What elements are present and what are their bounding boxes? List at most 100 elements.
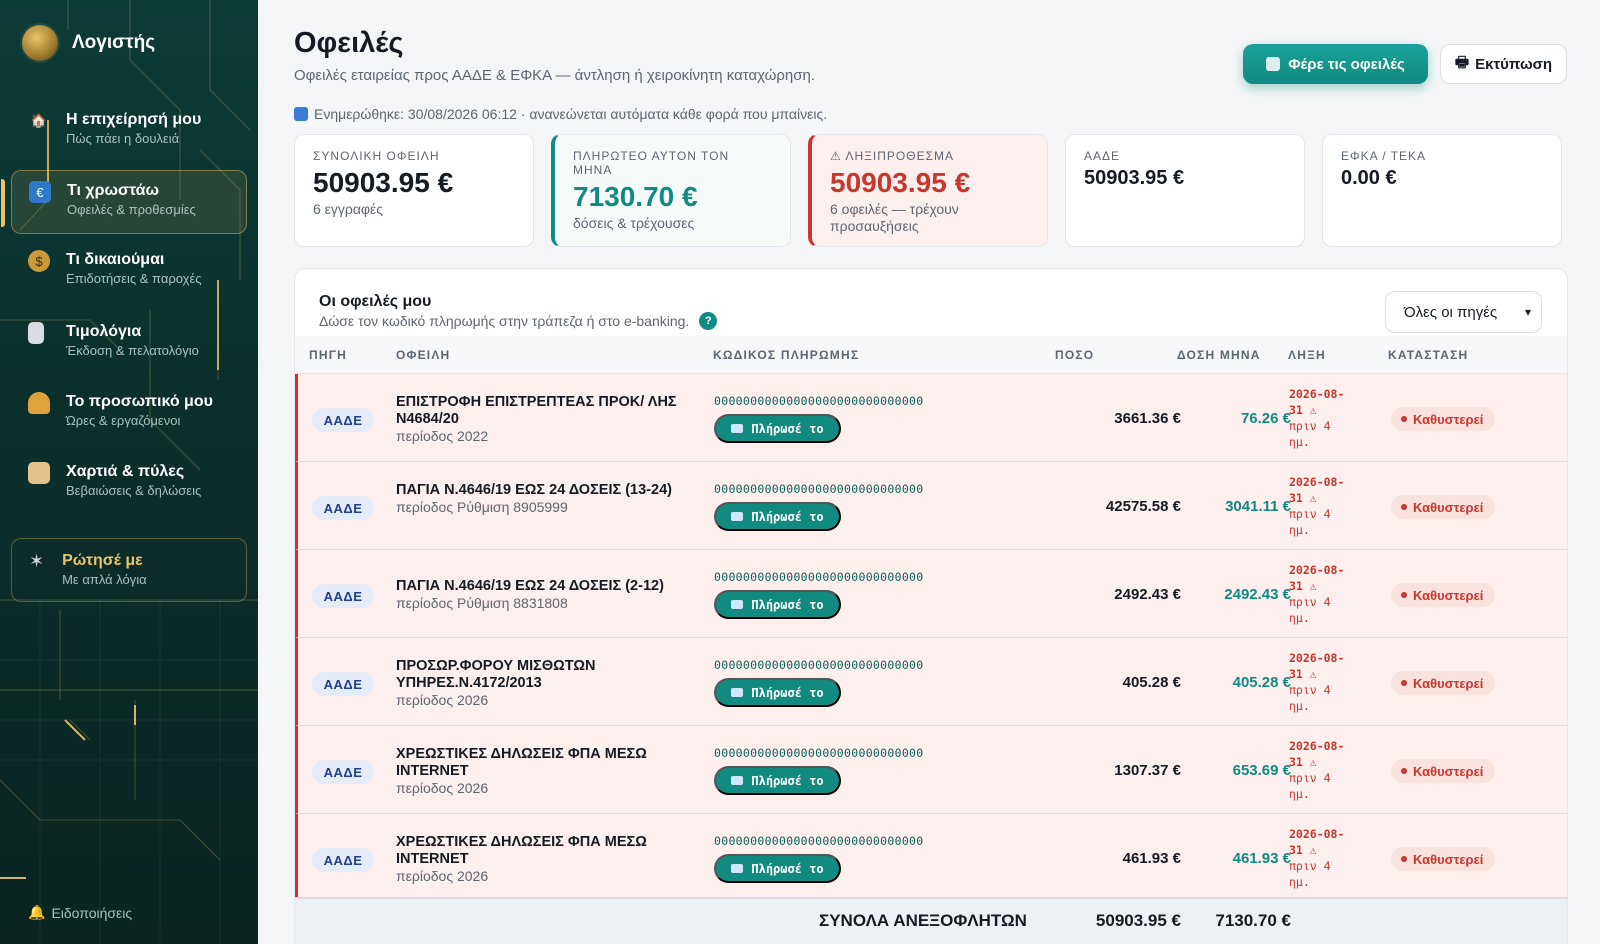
payment-code[interactable]: 00000000000000000000000000000 [714,482,923,496]
source-badge: ΑΑΔΕ [312,672,374,696]
sidebar-item-sub: Πώς πάει η δουλειά [66,131,180,146]
debt-cell: ΠΑΓΙΑ Ν.4646/19 ΕΩΣ 24 ΔΟΣΕΙΣ (13-24) περ… [396,482,696,516]
printer-icon: 🖶 [1454,53,1470,71]
pay-button[interactable]: Πλήρωσέ το [714,678,841,707]
brand[interactable]: Λογιστής [22,25,155,61]
worker-icon [28,392,50,414]
due-cell: 2026-08- 31 ⚠ πριν 4 ημ. [1289,826,1359,890]
pay-button[interactable]: Πλήρωσέ το [714,502,841,531]
refresh-icon [294,107,308,121]
source-badge: ΑΑΔΕ [312,584,374,608]
th-installment: ΔΟΣΗ ΜΗΝΑ [1177,348,1261,362]
card-value: 0.00 € [1341,167,1397,189]
card-value: 50903.95 € [830,167,971,198]
th-payment-code: ΚΩΔΙΚΟΣ ΠΛΗΡΩΜΗΣ [713,348,860,362]
main-content: Οφειλές Οφειλές εταιρείας προς ΑΑΔΕ & ΕΦ… [258,0,1600,944]
status-badge: Καθυστερεί [1391,759,1496,783]
panel-subtitle: Δώσε τον κωδικό πληρωμής στην τράπεζα ή … [319,312,718,330]
sidebar-item-benefits[interactable]: $ Τι δικαιούμαι Επιδοτήσεις & παροχές [11,240,247,304]
totals-installment: 7130.70 € [1215,911,1291,930]
debt-title: ΧΡΕΩΣΤΙΚΕΣ ΔΗΛΩΣΕΙΣ ΦΠΑ ΜΕΣΩ INTERNET [396,746,647,779]
payment-code[interactable]: 00000000000000000000000000000 [714,570,923,584]
debt-cell: ΠΑΓΙΑ Ν.4646/19 ΕΩΣ 24 ΔΟΣΕΙΣ (2-12) περί… [396,578,696,612]
refresh-icon [1266,57,1281,71]
sidebar-item-papers[interactable]: Χαρτιά & πύλες Βεβαιώσεις & δηλώσεις [11,452,247,516]
sidebar-item-label: Χαρτιά & πύλες [66,463,185,480]
sidebar-item-label: Τι δικαιούμαι [66,251,165,268]
pay-label: Πλήρωσέ το [751,509,824,524]
debt-cell: ΠΡΟΣΩΡ.ΦΟΡΟΥ ΜΙΣΘΩΤΩΝ ΥΠΗΡΕΣ.Ν.4172/2013… [396,658,696,709]
print-button[interactable]: 🖶 Εκτύπωση [1440,44,1567,84]
status-label: Καθυστερεί [1413,499,1484,515]
card-label: ΣΥΝΟΛΙΚΗ ΟΦΕΙΛΗ [313,149,440,163]
last-updated: Ενημερώθηκε: 30/08/2026 06:12 · ανανεώνε… [294,106,827,122]
due-ago: πριν 4 [1289,595,1331,609]
status-badge: Καθυστερεί [1391,583,1496,607]
status-dot [1401,768,1407,774]
sidebar-item-invoices[interactable]: Τιμολόγια Έκδοση & πελατολόγιο [11,312,247,376]
sidebar-item-debts[interactable]: € Τι χρωστάω Οφειλές & προθεσμίες [1,170,247,234]
source-filter-select[interactable]: Όλες οι πηγές ▾ [1385,291,1542,333]
sidebar-item-sub: Επιδοτήσεις & παροχές [66,271,202,286]
pay-button[interactable]: Πλήρωσέ το [714,854,841,883]
panel-title: Οι οφειλές μου [319,293,432,310]
status-badge: Καθυστερεί [1391,847,1496,871]
installment: 461.93 € [1232,850,1291,867]
card-efka: ΕΦΚΑ / ΤΕΚΑ 0.00 € [1322,134,1562,247]
installment: 405.28 € [1232,674,1291,691]
payment-code[interactable]: 00000000000000000000000000000 [714,746,923,760]
due-ago-unit: ημ. [1289,699,1310,713]
payment-code[interactable]: 00000000000000000000000000000 [714,834,923,848]
pay-button[interactable]: Πλήρωσέ το [714,766,841,795]
sidebar-item-label: Τι χρωστάω [67,182,159,199]
debt-title: ΕΠΙΣΤΡΟΦΗ ΕΠΙΣΤΡΕΠΤΕΑΣ ΠΡΟΚ/ ΛΗΣ Ν4684/2… [396,394,677,427]
status-label: Καθυστερεί [1413,411,1484,427]
debt-period: περίοδος 2026 [396,780,489,796]
ask-me-button[interactable]: ✶ Ρώτησέ με Με απλά λόγια [11,538,247,602]
amount: 2492.43 € [1114,586,1181,603]
pay-button[interactable]: Πλήρωσέ το [714,590,841,619]
amount: 405.28 € [1122,674,1181,691]
due-cell: 2026-08- 31 ⚠ πριν 4 ημ. [1289,474,1359,538]
pay-button[interactable]: Πλήρωσέ το [714,414,841,443]
debt-title: ΠΑΓΙΑ Ν.4646/19 ΕΩΣ 24 ΔΟΣΕΙΣ (13-24) [396,482,672,498]
due-date-day: 31 ⚠ [1289,755,1317,769]
table-header: ΠΗΓΗ ΟΦΕΙΛΗ ΚΩΔΙΚΟΣ ΠΛΗΡΩΜΗΣ ΠΟΣΟ ΔΟΣΗ Μ… [295,336,1567,374]
sidebar-item-sub: Ώρες & εργαζόμενοι [66,413,181,428]
sidebar-item-staff[interactable]: Το προσωπικό μου Ώρες & εργαζόμενοι [11,382,247,446]
due-cell: 2026-08- 31 ⚠ πριν 4 ημ. [1289,738,1359,802]
ask-sub: Με απλά λόγια [62,572,147,587]
payment-code[interactable]: 00000000000000000000000000000 [714,394,923,408]
help-icon[interactable]: ? [699,312,718,330]
pay-label: Πλήρωσέ το [751,685,824,700]
house-icon: 🏠 [30,113,48,128]
logo-icon [22,25,58,61]
th-status: ΚΑΤΑΣΤΑΣΗ [1388,348,1469,362]
print-label: Εκτύπωση [1475,55,1553,73]
card-value: 7130.70 € [573,181,698,212]
status-dot [1401,680,1407,686]
source-badge: ΑΑΔΕ [312,848,374,872]
due-date: 2026-08- [1289,563,1345,577]
status-dot [1401,856,1407,862]
debt-period: περίοδος Ρύθμιση 8831808 [396,595,568,611]
sidebar-item-business[interactable]: 🏠 Η επιχείρησή μου Πώς πάει η δουλειά [11,100,247,164]
credit-card-icon [731,600,744,609]
bell-icon: 🔔 [28,904,46,920]
payment-code[interactable]: 00000000000000000000000000000 [714,658,923,672]
sidebar-item-sub: Οφειλές & προθεσμίες [67,202,196,217]
debts-panel: Οι οφειλές μου Δώσε τον κωδικό πληρωμής … [294,268,1568,944]
installment: 2492.43 € [1224,586,1291,603]
notifications-label: Ειδοποιήσεις [51,904,133,921]
due-cell: 2026-08- 31 ⚠ πριν 4 ημ. [1289,562,1359,626]
notifications-link[interactable]: 🔔 Ειδοποιήσεις [28,904,132,921]
source-badge: ΑΑΔΕ [312,408,374,432]
due-date-day: 31 ⚠ [1289,667,1317,681]
installment: 653.69 € [1232,762,1291,779]
card-total-debt: ΣΥΝΟΛΙΚΗ ΟΦΕΙΛΗ 50903.95 € 6 εγγραφές [294,134,534,247]
amount: 42575.58 € [1105,498,1181,515]
fetch-debts-button[interactable]: Φέρε τις οφειλές [1243,44,1428,84]
totals-amount: 50903.95 € [1095,911,1181,930]
status-badge: Καθυστερεί [1391,407,1496,431]
due-date: 2026-08- [1289,739,1345,753]
